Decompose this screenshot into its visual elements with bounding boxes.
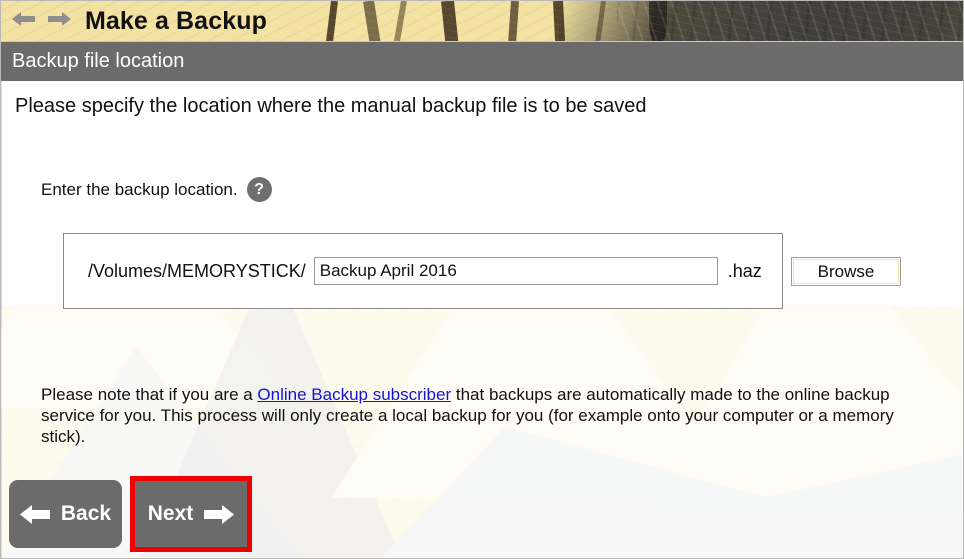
instruction-text: Please specify the location where the ma… [15, 95, 647, 117]
browse-button[interactable]: Browse [791, 257, 901, 286]
online-backup-subscriber-link[interactable]: Online Backup subscriber [257, 385, 451, 404]
next-button-label: Next [147, 502, 194, 525]
back-button[interactable]: Back [9, 480, 122, 548]
next-button[interactable]: Next [135, 481, 247, 547]
arrow-right-icon [203, 504, 235, 525]
backup-filename-input[interactable] [313, 257, 718, 285]
next-button-highlight[interactable]: Next [130, 476, 252, 552]
browse-button-label: Browse [793, 259, 899, 284]
path-prefix-text: /Volumes/MEMORYSTICK/ [88, 260, 306, 281]
field-label-row: Enter the backup location. ? [41, 177, 272, 202]
note-paragraph: Please note that if you are a Online Bac… [41, 384, 901, 447]
make-a-backup-window: Make a Backup Backup file location Pleas… [0, 0, 964, 559]
backup-path-group: /Volumes/MEMORYSTICK/ .haz [63, 233, 783, 309]
back-button-label: Back [60, 502, 112, 525]
backup-location-label: Enter the backup location. [41, 179, 238, 199]
help-icon[interactable]: ? [246, 177, 272, 202]
note-text-before-link: Please note that if you are a [41, 385, 258, 404]
arrow-left-icon [19, 504, 51, 525]
main-content: Please specify the location where the ma… [1, 1, 963, 558]
file-extension-text: .haz [727, 260, 762, 281]
